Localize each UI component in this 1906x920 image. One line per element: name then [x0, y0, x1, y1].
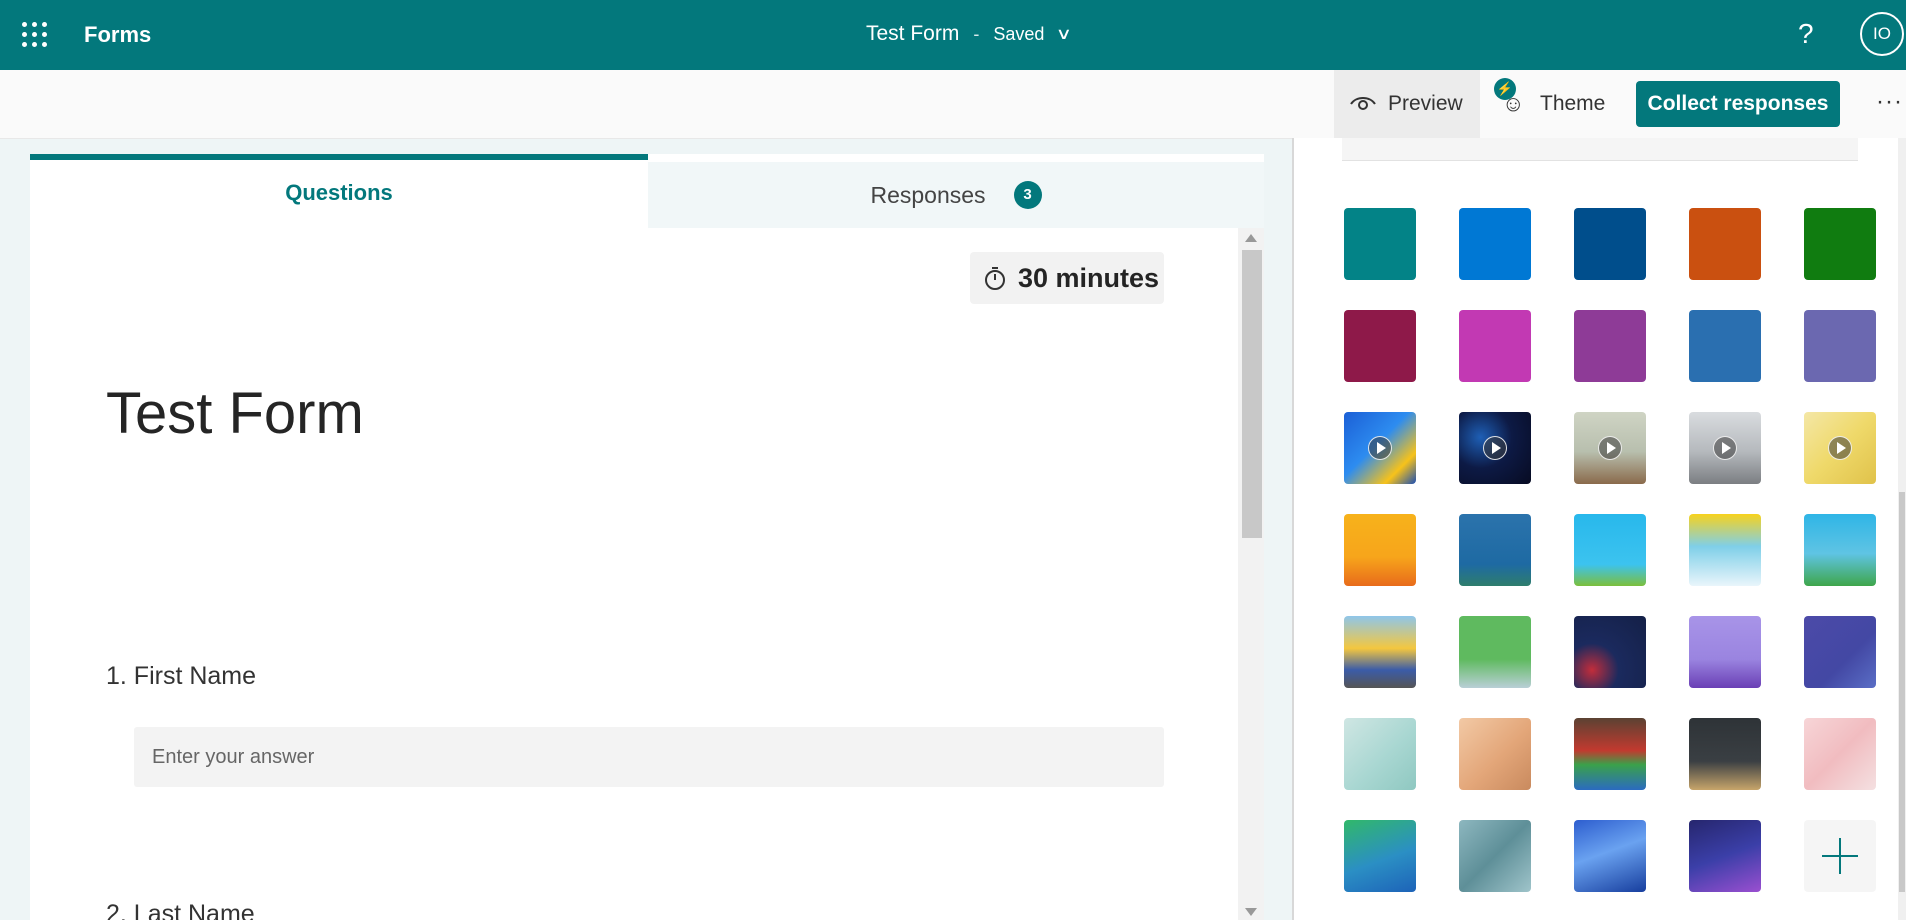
theme-swatch-colored-pencils[interactable] — [1574, 718, 1646, 790]
theme-label: Theme — [1540, 92, 1606, 115]
scroll-up-icon[interactable] — [1245, 234, 1257, 242]
theme-swatch-green-blue-gradient[interactable] — [1344, 820, 1416, 892]
theme-swatch-blue[interactable] — [1459, 208, 1531, 280]
eye-icon — [1350, 97, 1376, 110]
tab-questions[interactable]: Questions — [30, 154, 648, 228]
play-icon — [1713, 436, 1737, 460]
theme-swatch-navy-abstract[interactable] — [1574, 616, 1646, 688]
theme-swatch-lavender[interactable] — [1804, 310, 1876, 382]
theme-swatch-pink-marble[interactable] — [1804, 718, 1876, 790]
avatar[interactable]: IO — [1860, 12, 1904, 56]
theme-swatch-dark-blue[interactable] — [1574, 208, 1646, 280]
help-icon[interactable]: ? — [1798, 18, 1814, 50]
palette-icon: ⚡ ☺ — [1494, 78, 1526, 116]
theme-swatch-video-office[interactable] — [1689, 412, 1761, 484]
play-icon — [1368, 436, 1392, 460]
app-name[interactable]: Forms — [84, 22, 151, 48]
theme-swatch-steel-blue[interactable] — [1689, 310, 1761, 382]
save-status: Saved — [993, 23, 1045, 44]
theme-swatch-orange[interactable] — [1689, 208, 1761, 280]
responses-count-badge: 3 — [1013, 180, 1042, 209]
collect-responses-button[interactable]: Collect responses — [1636, 81, 1840, 127]
theme-swatch-indigo-papers[interactable] — [1804, 616, 1876, 688]
theme-panel-scrollbar[interactable] — [1898, 138, 1906, 920]
theme-swatch-yellow-orange-scene[interactable] — [1344, 514, 1416, 586]
form-editor-panel: Questions Responses 3 30 minutes Test For… — [30, 154, 1264, 920]
form-title[interactable]: Test Form — [106, 380, 364, 447]
app-header: Forms Test Form - Saved ∨ ? IO — [0, 0, 1906, 70]
more-options-icon[interactable]: ··· — [1876, 88, 1903, 116]
theme-swatch-video-room[interactable] — [1574, 412, 1646, 484]
time-limit-value: 30 minutes — [1018, 262, 1160, 293]
command-bar: Preview ⚡ ☺ Theme Collect responses ··· — [0, 70, 1906, 139]
stopwatch-icon — [985, 267, 1005, 290]
header-form-title: Test Form — [866, 22, 960, 45]
theme-swatch-buildings[interactable] — [1344, 616, 1416, 688]
theme-swatch-sky-clouds[interactable] — [1574, 514, 1646, 586]
theme-panel — [1294, 138, 1906, 920]
theme-swatch-teal[interactable] — [1344, 208, 1416, 280]
scrollbar-thumb[interactable] — [1899, 492, 1905, 892]
theme-swatch-green[interactable] — [1804, 208, 1876, 280]
play-icon — [1483, 436, 1507, 460]
theme-swatch-blue-city-night[interactable] — [1459, 514, 1531, 586]
question-1-label[interactable]: 1. First Name — [106, 662, 256, 691]
theme-swatch-blue-waves[interactable] — [1574, 820, 1646, 892]
theme-swatch-video-night-confetti[interactable] — [1459, 412, 1531, 484]
app-launcher-icon[interactable] — [22, 22, 48, 48]
question-2-label[interactable]: 2. Last Name — [106, 900, 255, 920]
theme-swatch-violet-room[interactable] — [1689, 616, 1761, 688]
theme-swatch-grid — [1344, 208, 1876, 892]
theme-swatch-purple[interactable] — [1574, 310, 1646, 382]
theme-button[interactable]: ⚡ ☺ Theme — [1494, 70, 1606, 138]
title-separator: - — [973, 23, 980, 44]
theme-swatch-green-shelf[interactable] — [1459, 616, 1531, 688]
scroll-down-icon[interactable] — [1245, 908, 1257, 916]
tab-responses[interactable]: Responses 3 — [648, 162, 1264, 228]
play-icon — [1598, 436, 1622, 460]
scrollbar-thumb[interactable] — [1242, 250, 1262, 538]
theme-swatch-green-city[interactable] — [1804, 514, 1876, 586]
theme-panel-header — [1342, 138, 1858, 161]
play-icon — [1828, 436, 1852, 460]
preview-label: Preview — [1388, 92, 1463, 115]
theme-swatch-pink[interactable] — [1459, 310, 1531, 382]
theme-swatch-peach-desk[interactable] — [1459, 718, 1531, 790]
theme-swatch-dark-desk[interactable] — [1689, 718, 1761, 790]
time-limit-badge[interactable]: 30 minutes — [970, 252, 1164, 304]
theme-swatch-burgundy[interactable] — [1344, 310, 1416, 382]
theme-swatch-video-gold-shapes[interactable] — [1804, 412, 1876, 484]
sparkle-badge-icon: ⚡ — [1494, 78, 1516, 100]
editor-scrollbar[interactable] — [1238, 228, 1264, 920]
chevron-down-icon[interactable]: ∨ — [1056, 24, 1072, 44]
theme-swatch-snow-scene[interactable] — [1689, 514, 1761, 586]
form-title-menu[interactable]: Test Form - Saved ∨ — [866, 22, 1072, 46]
add-custom-theme-icon[interactable] — [1804, 820, 1876, 892]
theme-swatch-video-blue-shapes[interactable] — [1344, 412, 1416, 484]
theme-swatch-desk-mint[interactable] — [1344, 718, 1416, 790]
theme-swatch-teal-ribbons[interactable] — [1459, 820, 1531, 892]
preview-button[interactable]: Preview — [1334, 70, 1480, 138]
question-1-answer-input[interactable]: Enter your answer — [134, 727, 1164, 787]
theme-swatch-deep-purple[interactable] — [1689, 820, 1761, 892]
tab-responses-label: Responses — [870, 182, 986, 208]
